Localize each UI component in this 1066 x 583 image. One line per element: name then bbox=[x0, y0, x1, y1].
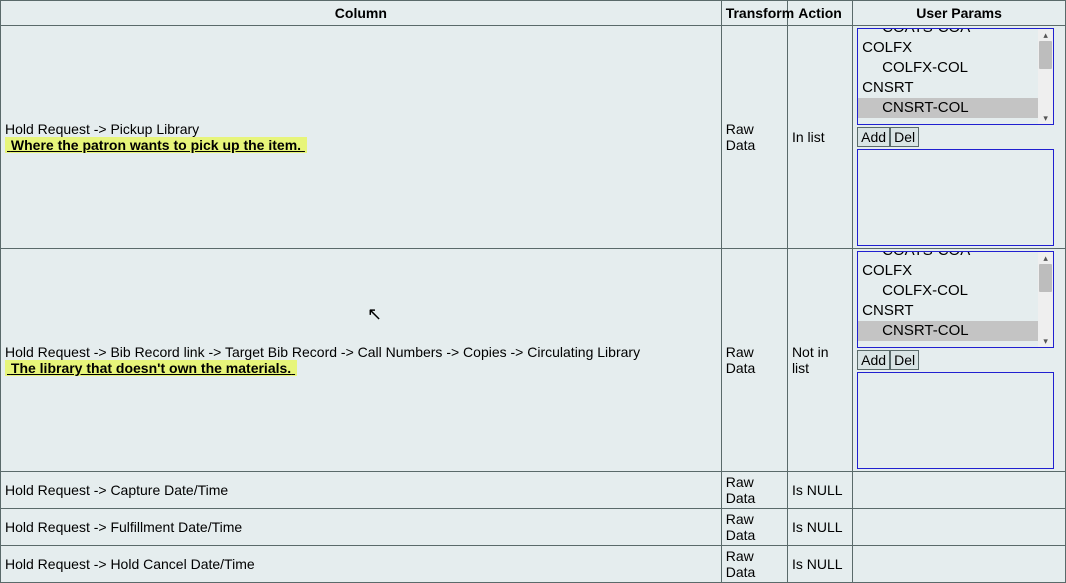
header-user-params: User Params bbox=[853, 1, 1066, 26]
scrollbar[interactable]: ▴ ▾ bbox=[1038, 252, 1053, 347]
transform-value: Raw Data bbox=[721, 249, 787, 472]
del-button[interactable]: Del bbox=[890, 350, 919, 370]
transform-value: Raw Data bbox=[721, 546, 787, 583]
list-option[interactable]: COLFX-COL bbox=[858, 281, 1038, 301]
table-row: Hold Request -> Fulfillment Date/Time Ra… bbox=[1, 509, 1066, 546]
params-empty bbox=[853, 472, 1066, 509]
params-empty bbox=[853, 509, 1066, 546]
action-value: Not in list bbox=[787, 249, 852, 472]
scroll-up-icon[interactable]: ▴ bbox=[1038, 29, 1053, 41]
cursor-icon: ↖ bbox=[367, 304, 382, 325]
selected-items-box[interactable] bbox=[857, 372, 1054, 469]
list-option[interactable]: CNSRT bbox=[858, 301, 1038, 321]
column-note: Where the patron wants to pick up the it… bbox=[5, 137, 307, 153]
table-row: Hold Request -> Pickup Library Where the… bbox=[1, 26, 1066, 249]
table-row: Hold Request -> Capture Date/Time Raw Da… bbox=[1, 472, 1066, 509]
action-value: Is NULL bbox=[787, 472, 852, 509]
params-listbox[interactable]: COATS-COA COLFX COLFX-COL CNSRT CNSRT-CO… bbox=[857, 28, 1054, 125]
selected-items-box[interactable] bbox=[857, 149, 1054, 246]
filter-table: Column Transform Action User Params Hold… bbox=[0, 0, 1066, 583]
column-note: The library that doesn't own the materia… bbox=[5, 360, 297, 376]
transform-value: Raw Data bbox=[721, 509, 787, 546]
action-value: In list bbox=[787, 26, 852, 249]
column-path: Hold Request -> Capture Date/Time bbox=[1, 472, 722, 509]
add-button[interactable]: Add bbox=[857, 350, 890, 370]
table-row: Hold Request -> Bib Record link -> Targe… bbox=[1, 249, 1066, 472]
transform-value: Raw Data bbox=[721, 472, 787, 509]
header-transform: Transform bbox=[721, 1, 787, 26]
list-option[interactable]: COLFX bbox=[858, 38, 1038, 58]
transform-value: Raw Data bbox=[721, 26, 787, 249]
list-option[interactable]: COLFX bbox=[858, 261, 1038, 281]
list-option[interactable]: COATS-COA bbox=[858, 251, 1038, 261]
list-option-selected[interactable]: CNSRT-COL bbox=[858, 98, 1038, 118]
scroll-up-icon[interactable]: ▴ bbox=[1038, 252, 1053, 264]
header-action: Action bbox=[787, 1, 852, 26]
column-path: Hold Request -> Hold Cancel Date/Time bbox=[1, 546, 722, 583]
header-column: Column bbox=[1, 1, 722, 26]
params-empty bbox=[853, 546, 1066, 583]
column-path: Hold Request -> Bib Record link -> Targe… bbox=[5, 344, 640, 360]
scroll-thumb[interactable] bbox=[1039, 264, 1052, 292]
del-button[interactable]: Del bbox=[890, 127, 919, 147]
column-path: Hold Request -> Pickup Library bbox=[5, 121, 199, 137]
table-row: Hold Request -> Hold Cancel Date/Time Ra… bbox=[1, 546, 1066, 583]
add-button[interactable]: Add bbox=[857, 127, 890, 147]
action-value: Is NULL bbox=[787, 546, 852, 583]
header-row: Column Transform Action User Params bbox=[1, 1, 1066, 26]
list-option[interactable]: CNSRT bbox=[858, 78, 1038, 98]
action-value: Is NULL bbox=[787, 509, 852, 546]
scroll-down-icon[interactable]: ▾ bbox=[1038, 112, 1053, 124]
scrollbar[interactable]: ▴ ▾ bbox=[1038, 29, 1053, 124]
list-option[interactable]: COATS-COA bbox=[858, 28, 1038, 38]
params-listbox[interactable]: COATS-COA COLFX COLFX-COL CNSRT CNSRT-CO… bbox=[857, 251, 1054, 348]
list-option-selected[interactable]: CNSRT-COL bbox=[858, 321, 1038, 341]
scroll-down-icon[interactable]: ▾ bbox=[1038, 335, 1053, 347]
list-option[interactable]: COLFX-COL bbox=[858, 58, 1038, 78]
scroll-thumb[interactable] bbox=[1039, 41, 1052, 69]
column-path: Hold Request -> Fulfillment Date/Time bbox=[1, 509, 722, 546]
